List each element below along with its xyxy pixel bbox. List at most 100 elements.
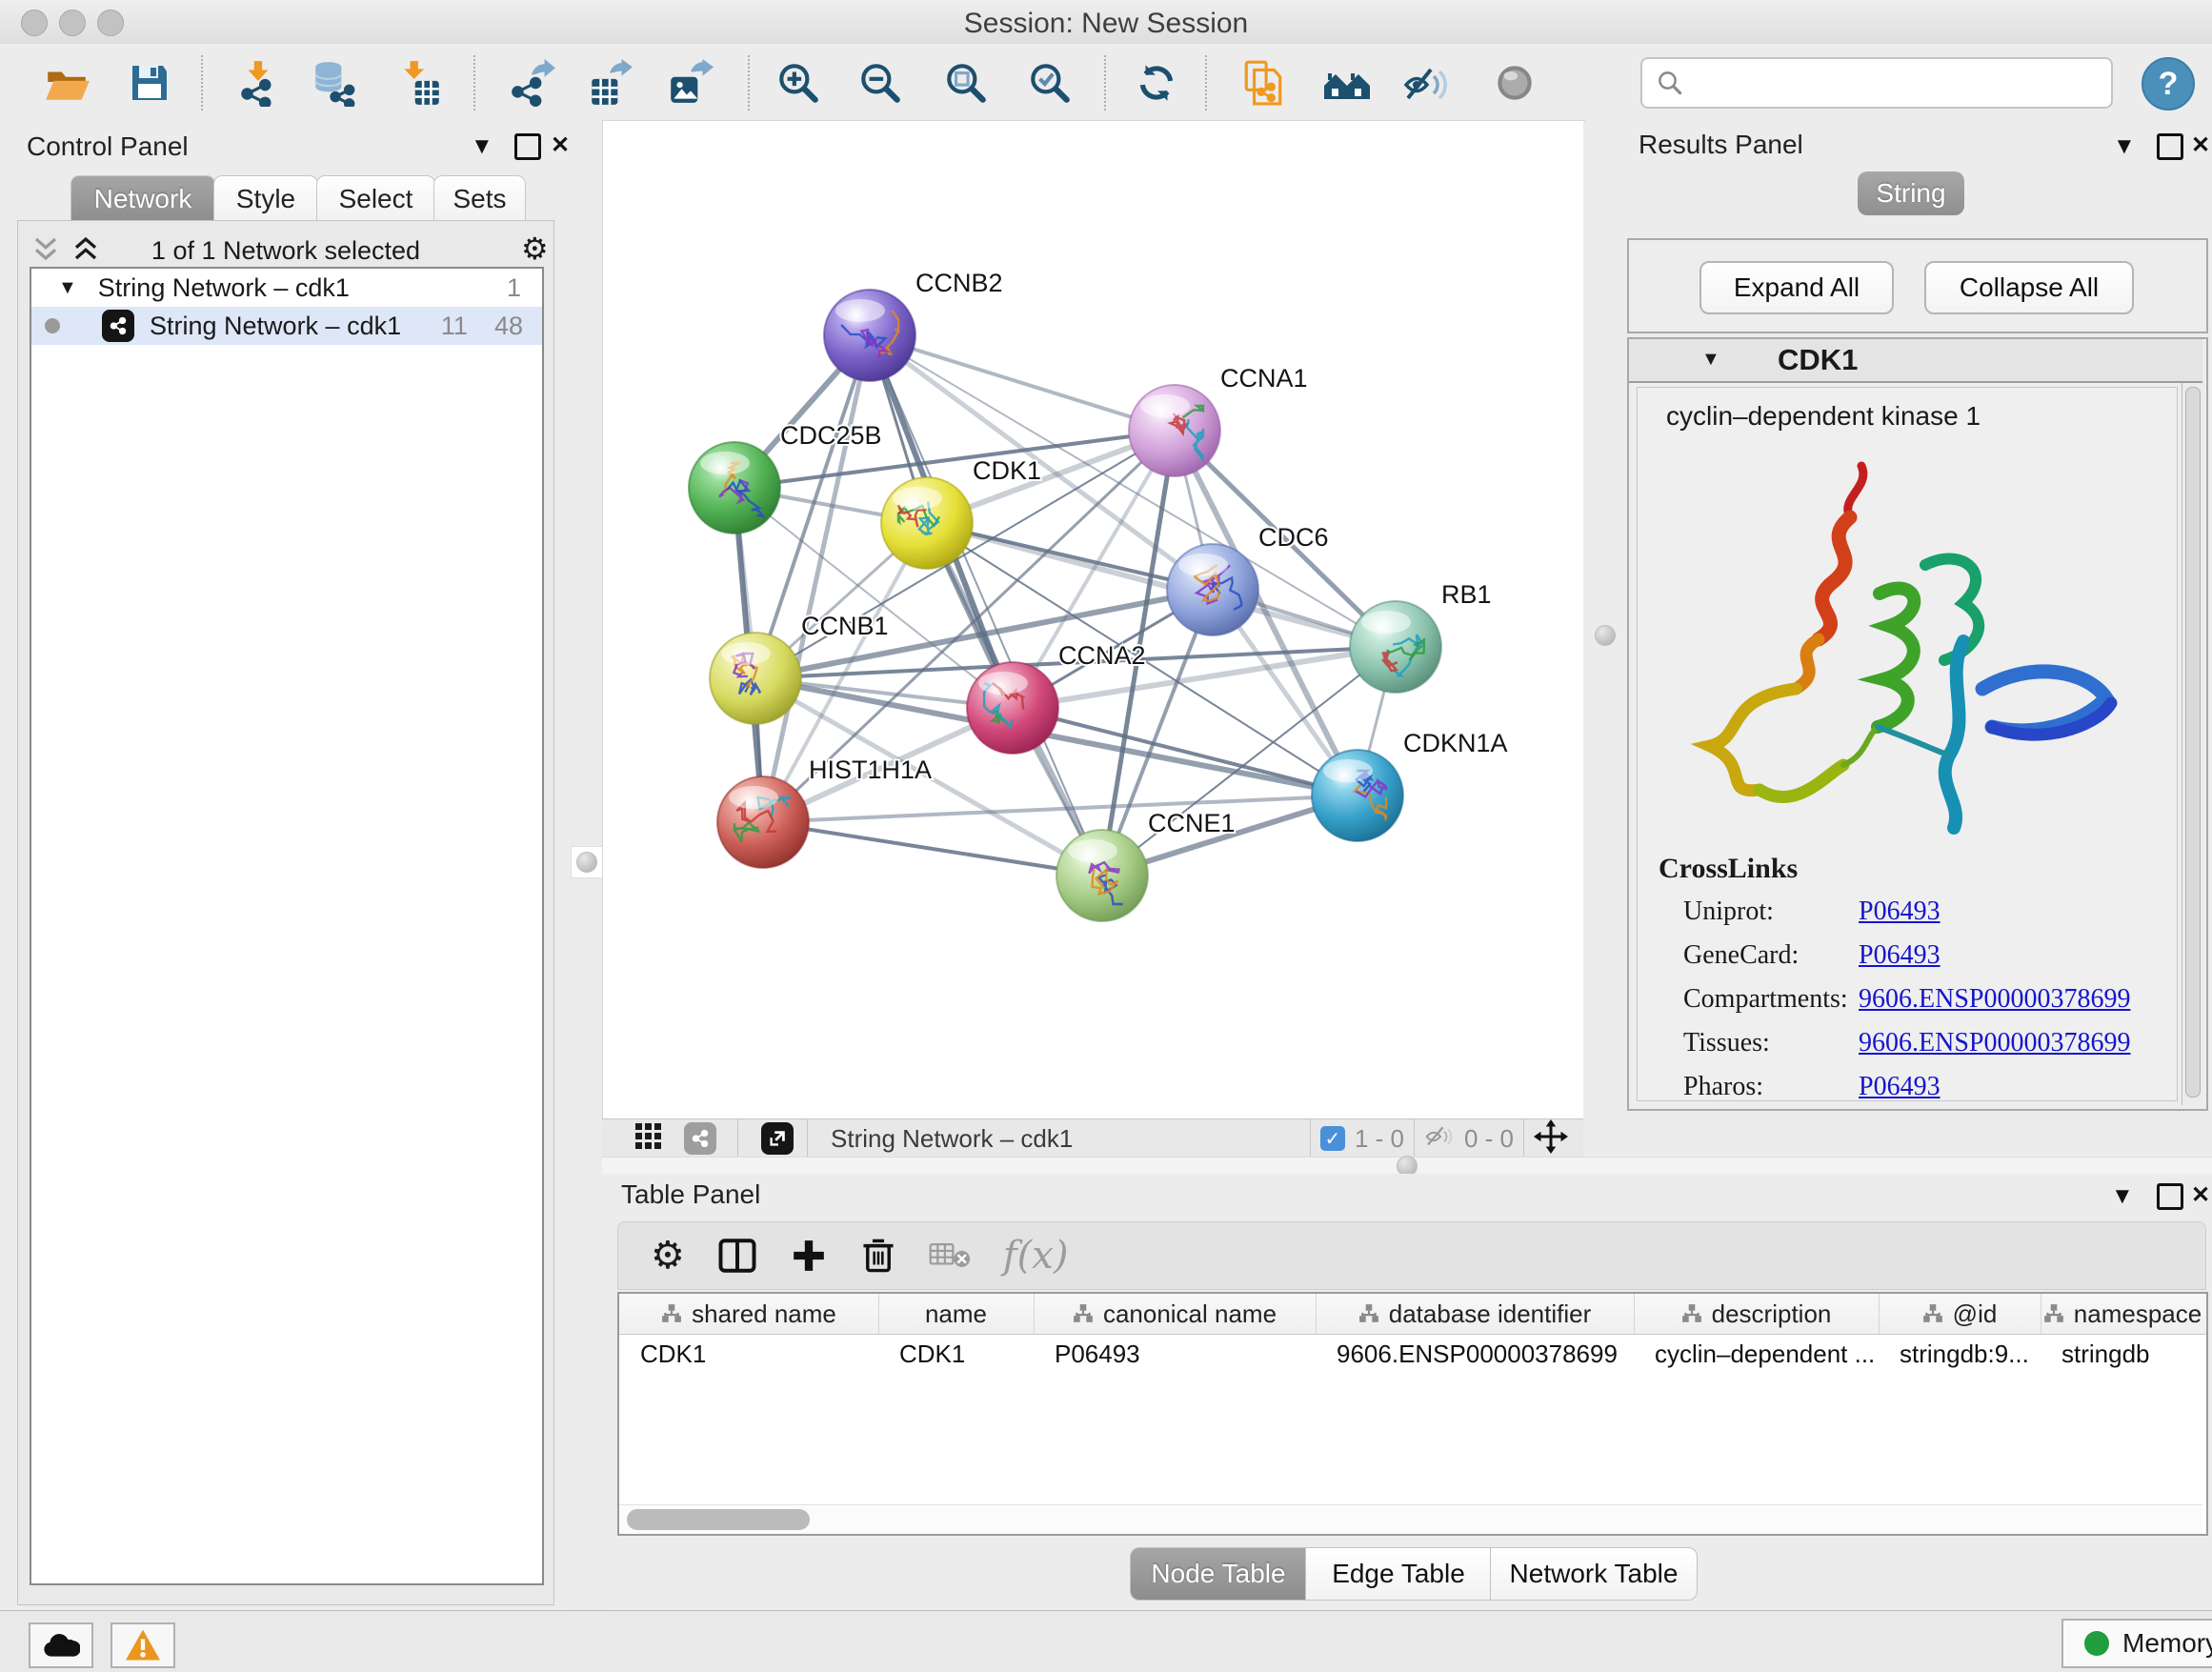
network-node-CCNE1[interactable]: CCNE1 xyxy=(1056,809,1236,921)
cell-id: stringdb:9... xyxy=(1879,1335,2061,1373)
network-node-CCNA1[interactable]: CCNA1 xyxy=(1129,364,1308,476)
results-scrollbar-thumb[interactable] xyxy=(2185,387,2201,1098)
selected-checkbox-icon[interactable]: ✓ xyxy=(1320,1126,1345,1151)
column-header[interactable]: canonical name xyxy=(1034,1294,1317,1334)
network-node-CDK1[interactable]: CDK1 xyxy=(881,456,1041,569)
tab-style[interactable]: Style xyxy=(213,175,318,222)
vertical-splitter-right[interactable] xyxy=(1583,122,1627,1157)
splitter-handle[interactable] xyxy=(1595,625,1616,646)
tab-sets[interactable]: Sets xyxy=(433,175,526,222)
hidden-eye-icon[interactable] xyxy=(1424,1124,1457,1154)
zoom-out-icon[interactable] xyxy=(854,56,907,110)
show-columns-icon[interactable] xyxy=(717,1237,757,1275)
expand-all-button[interactable]: Expand All xyxy=(1699,261,1894,314)
toggle-hide-icon[interactable] xyxy=(1400,56,1454,110)
export-table-icon[interactable] xyxy=(583,56,636,110)
network-edge[interactable] xyxy=(870,335,1175,431)
table-panel-float-icon[interactable] xyxy=(2157,1183,2183,1210)
table-row[interactable]: CDK1 CDK1 P06493 9606.ENSP00000378699 cy… xyxy=(619,1335,2206,1373)
zoom-selected-icon[interactable] xyxy=(1023,56,1076,110)
results-panel-menu-icon[interactable]: ▼ xyxy=(2113,133,2136,160)
results-panel-close-icon[interactable]: ✕ xyxy=(2191,131,2210,159)
export-image-icon[interactable] xyxy=(663,56,716,110)
export-network-icon[interactable] xyxy=(505,56,558,110)
splitter-handle[interactable] xyxy=(576,852,597,873)
zoom-fit-icon[interactable] xyxy=(939,56,993,110)
import-table-icon[interactable] xyxy=(394,56,448,110)
tab-network[interactable]: Network xyxy=(70,175,215,222)
cell-name: CDK1 xyxy=(878,1335,1055,1373)
import-network-icon[interactable] xyxy=(232,56,286,110)
vertical-splitter-left[interactable] xyxy=(570,122,602,1610)
control-panel-close-icon[interactable]: ✕ xyxy=(551,131,570,159)
crosslink-genecard-link[interactable]: P06493 xyxy=(1859,940,1941,971)
delete-table-icon[interactable] xyxy=(929,1239,971,1272)
save-session-icon[interactable] xyxy=(123,56,176,110)
node-gloss xyxy=(1068,839,1117,862)
memory-button[interactable]: Memory xyxy=(2061,1619,2212,1668)
search-field xyxy=(1640,57,2113,109)
horizontal-splitter[interactable] xyxy=(602,1157,2212,1175)
cell-description: cyclin–dependent ... xyxy=(1634,1335,1900,1373)
network-node-RB1[interactable]: RB1 xyxy=(1350,580,1492,693)
table-scrollbar-thumb[interactable] xyxy=(627,1509,810,1530)
grid-view-icon[interactable] xyxy=(634,1122,663,1156)
tab-network-table[interactable]: Network Table xyxy=(1490,1547,1698,1601)
zoom-in-icon[interactable] xyxy=(772,56,825,110)
network-edge[interactable] xyxy=(763,335,870,822)
network-canvas[interactable]: CCNB2CCNA1CDC25BCDK1CDC6RB1CCNB1CCNA2CDK… xyxy=(602,120,1585,1120)
tab-select[interactable]: Select xyxy=(316,175,435,222)
crosslink-pharos-link[interactable]: P06493 xyxy=(1859,1072,1941,1102)
protein-collapse-icon[interactable]: ▼ xyxy=(1701,349,1720,371)
refresh-icon[interactable] xyxy=(1130,56,1183,110)
tab-edge-table[interactable]: Edge Table xyxy=(1305,1547,1492,1601)
crosslink-tissues-link[interactable]: 9606.ENSP00000378699 xyxy=(1859,1028,2130,1058)
copy-network-icon[interactable] xyxy=(1237,56,1290,110)
birdseye-toggle-icon[interactable] xyxy=(1534,1119,1568,1158)
column-header[interactable]: description xyxy=(1634,1294,1880,1334)
node-gloss xyxy=(1178,554,1228,576)
column-header[interactable]: @id xyxy=(1879,1294,2041,1334)
collection-expand-icon[interactable]: ▼ xyxy=(58,277,77,299)
network-node-CDKN1A[interactable]: CDKN1A xyxy=(1312,729,1508,841)
network-edge[interactable] xyxy=(870,335,1102,876)
control-panel-float-icon[interactable] xyxy=(514,133,541,160)
add-column-icon[interactable] xyxy=(790,1237,828,1275)
help-icon[interactable]: ? xyxy=(2142,57,2195,111)
import-network-database-icon[interactable] xyxy=(307,56,360,110)
column-header[interactable]: database identifier xyxy=(1316,1294,1635,1334)
network-options-gear-icon[interactable]: ⚙ xyxy=(521,231,549,267)
function-builder-icon[interactable]: f(x) xyxy=(1003,1234,1069,1278)
results-scrollbar[interactable] xyxy=(2182,383,2203,1105)
node-gloss xyxy=(1361,611,1411,634)
column-header[interactable]: namespace xyxy=(2041,1294,2204,1334)
table-panel-menu-icon[interactable]: ▼ xyxy=(2111,1183,2134,1210)
search-input[interactable] xyxy=(1692,63,2111,103)
collapse-all-button[interactable]: Collapse All xyxy=(1924,261,2134,314)
network-node-CDC25B[interactable]: CDC25B xyxy=(689,421,882,534)
control-panel-menu-icon[interactable]: ▼ xyxy=(471,133,493,160)
table-horizontal-scrollbar[interactable] xyxy=(619,1504,2202,1534)
birdseye-icon[interactable] xyxy=(1488,56,1541,110)
results-panel-float-icon[interactable] xyxy=(2157,133,2183,160)
tab-node-table[interactable]: Node Table xyxy=(1130,1547,1307,1601)
tab-string[interactable]: String xyxy=(1858,171,1964,215)
network-row-selected[interactable]: String Network – cdk1 11 48 xyxy=(31,307,542,345)
open-file-icon[interactable] xyxy=(40,56,93,110)
column-header[interactable]: name xyxy=(878,1294,1035,1334)
detach-view-icon[interactable] xyxy=(761,1122,794,1155)
delete-column-icon[interactable] xyxy=(860,1236,896,1276)
cloud-button[interactable] xyxy=(29,1622,93,1668)
warning-button[interactable] xyxy=(111,1622,175,1668)
crosslink-compartments-link[interactable]: 9606.ENSP00000378699 xyxy=(1859,984,2130,1015)
show-all-networks-icon[interactable] xyxy=(1320,56,1374,110)
network-badge-icon[interactable] xyxy=(684,1122,716,1155)
network-node-CCNB2[interactable]: CCNB2 xyxy=(824,269,1003,381)
table-panel-close-icon[interactable]: ✕ xyxy=(2191,1181,2210,1209)
column-header[interactable]: shared name xyxy=(619,1294,879,1334)
crosslink-uniprot-link[interactable]: P06493 xyxy=(1859,896,1941,927)
network-node-HIST1H1A[interactable]: HIST1H1A xyxy=(717,755,932,868)
network-node-CCNB1[interactable]: CCNB1 xyxy=(710,612,889,724)
table-settings-gear-icon[interactable]: ⚙ xyxy=(651,1234,685,1278)
network-collection-row[interactable]: ▼ String Network – cdk1 1 xyxy=(31,269,542,307)
